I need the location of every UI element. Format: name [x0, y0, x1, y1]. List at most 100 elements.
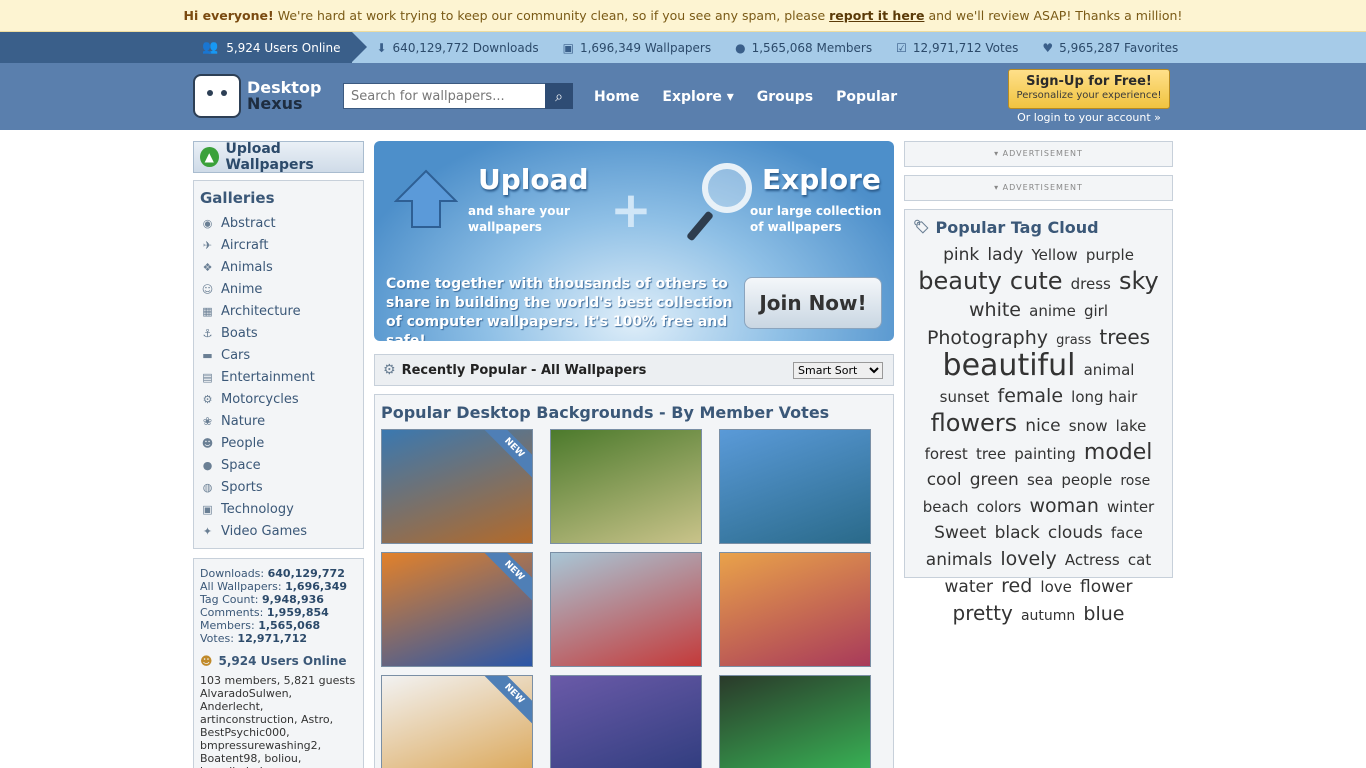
wallpaper-thumbnail-fantasy-girl[interactable]	[550, 675, 702, 768]
tag-snow[interactable]: snow	[1069, 417, 1108, 435]
nav-home[interactable]: Home	[594, 89, 639, 105]
tag-beauty[interactable]: beauty	[918, 267, 1002, 295]
tag-cat[interactable]: cat	[1128, 551, 1151, 569]
gallery-item-technology[interactable]: ▣ Technology	[200, 498, 357, 520]
tag-lady[interactable]: lady	[987, 245, 1023, 265]
gallery-item-anime[interactable]: ☺ Anime	[200, 278, 357, 300]
gallery-item-aircraft[interactable]: ✈ Aircraft	[200, 234, 357, 256]
tag-anime[interactable]: anime	[1029, 302, 1076, 320]
search-input[interactable]	[343, 83, 545, 109]
gallery-item-abstract[interactable]: ◉ Abstract	[200, 212, 357, 234]
tag-water[interactable]: water	[945, 577, 993, 597]
tag-lake[interactable]: lake	[1116, 417, 1147, 435]
gallery-item-boats[interactable]: ⚓ Boats	[200, 322, 357, 344]
tag-long-hair[interactable]: long hair	[1071, 388, 1137, 406]
tag-purple[interactable]: purple	[1086, 246, 1134, 264]
gallery-item-motorcycles[interactable]: ⚙ Motorcycles	[200, 388, 357, 410]
wallpaper-thumbnail-forest-road[interactable]	[550, 429, 702, 544]
report-spam-link[interactable]: report it here	[829, 8, 924, 23]
tag-people[interactable]: people	[1061, 471, 1112, 489]
gallery-item-space[interactable]: ● Space	[200, 454, 357, 476]
gallery-item-cars[interactable]: ▬ Cars	[200, 344, 357, 366]
nav-popular[interactable]: Popular	[836, 89, 897, 105]
wallpaper-thumbnail-green-bird[interactable]	[719, 675, 871, 768]
gallery-item-nature[interactable]: ❀ Nature	[200, 410, 357, 432]
tag-girl[interactable]: girl	[1084, 302, 1108, 320]
wallpaper-thumbnail-puppies[interactable]: NEW	[381, 675, 533, 768]
join-now-button[interactable]: Join Now!	[744, 277, 882, 329]
tag-animals[interactable]: animals	[926, 550, 992, 570]
gallery-item-video-games[interactable]: ✦ Video Games	[200, 520, 357, 542]
users-online-heading[interactable]: ☻ 5,924 Users Online	[200, 655, 357, 668]
tag-painting[interactable]: painting	[1014, 445, 1075, 463]
tag-flower[interactable]: flower	[1080, 577, 1132, 597]
tag-female[interactable]: female	[998, 385, 1064, 407]
wallpaper-thumbnail-woman-in-red[interactable]	[550, 552, 702, 667]
tag-forest[interactable]: forest	[925, 445, 968, 463]
stat-all-wallpapers: All Wallpapers: 1,696,349	[200, 580, 348, 593]
tag-white[interactable]: white	[969, 299, 1021, 321]
wallpaper-thumbnail-mountain-lake[interactable]: NEW	[381, 429, 533, 544]
image-icon: ▣	[562, 40, 574, 55]
tag-rose[interactable]: rose	[1120, 473, 1150, 489]
tag-sea[interactable]: sea	[1027, 471, 1053, 489]
tag-pretty[interactable]: pretty	[953, 601, 1013, 625]
tag-flowers[interactable]: flowers	[931, 409, 1018, 437]
tag-grass[interactable]: grass	[1056, 333, 1091, 348]
tag-lovely[interactable]: lovely	[1000, 548, 1056, 570]
tag-colors[interactable]: colors	[977, 498, 1022, 516]
tag-blue[interactable]: blue	[1083, 603, 1124, 625]
signup-button[interactable]: Sign-Up for Free! Personalize your exper…	[1008, 69, 1170, 109]
tag-beach[interactable]: beach	[923, 498, 969, 516]
tag-beautiful[interactable]: beautiful	[943, 348, 1076, 383]
tag-cute[interactable]: cute	[1010, 267, 1063, 295]
nav-groups[interactable]: Groups	[757, 89, 813, 105]
tag-cool[interactable]: cool	[927, 470, 962, 490]
advertisement-slot-2[interactable]: ▾ ADVERTISEMENT	[904, 175, 1173, 201]
tag-red[interactable]: red	[1001, 575, 1032, 597]
tag-dress[interactable]: dress	[1071, 275, 1111, 293]
tag-animal[interactable]: animal	[1084, 361, 1135, 379]
login-link[interactable]: Or login to your account »	[1008, 111, 1170, 124]
tag-trees[interactable]: trees	[1099, 325, 1150, 349]
tag-sweet[interactable]: Sweet	[934, 523, 986, 543]
gallery-item-animals[interactable]: ❖ Animals	[200, 256, 357, 278]
tag-actress[interactable]: Actress	[1065, 551, 1120, 569]
gallery-item-people[interactable]: ☻ People	[200, 432, 357, 454]
gallery-item-sports[interactable]: ◍ Sports	[200, 476, 357, 498]
gallery-item-architecture[interactable]: ▦ Architecture	[200, 300, 357, 322]
users-online-pill[interactable]: 👥 5,924 Users Online	[0, 32, 368, 63]
popular-backgrounds-panel: Popular Desktop Backgrounds - By Member …	[374, 394, 894, 768]
upload-wallpapers-button[interactable]: ▲ Upload Wallpapers	[193, 141, 364, 173]
tag-woman[interactable]: woman	[1030, 495, 1099, 517]
advertisement-slot-1[interactable]: ▾ ADVERTISEMENT	[904, 141, 1173, 167]
wallpaper-thumbnail-alpine-lake[interactable]	[719, 429, 871, 544]
tag-photography[interactable]: Photography	[927, 327, 1048, 349]
tag-nice[interactable]: nice	[1025, 416, 1060, 436]
tag-tree[interactable]: tree	[976, 445, 1006, 463]
tag-sky[interactable]: sky	[1119, 267, 1159, 295]
wallpaper-thumbnail-blue-hydrangea-lake[interactable]: NEW	[381, 552, 533, 667]
main-nav: Home Explore ▾ Groups Popular	[594, 63, 920, 130]
tag-autumn[interactable]: autumn	[1021, 608, 1075, 624]
tag-green[interactable]: green	[970, 470, 1019, 490]
nav-explore[interactable]: Explore ▾	[662, 89, 733, 105]
search-button[interactable]: ⌕	[545, 83, 573, 109]
tag-clouds[interactable]: clouds	[1048, 523, 1103, 543]
tag-black[interactable]: black	[995, 523, 1040, 543]
tag-sunset[interactable]: sunset	[940, 388, 990, 406]
popular-title: Popular Desktop Backgrounds - By Member …	[381, 403, 830, 422]
site-header: Desktop Nexus ⌕ Home Explore ▾ Groups Po…	[0, 63, 1366, 130]
tag-love[interactable]: love	[1040, 578, 1071, 596]
sort-select[interactable]: Smart Sort	[793, 362, 883, 379]
tag-face[interactable]: face	[1111, 524, 1143, 542]
site-logo[interactable]: Desktop Nexus	[193, 71, 323, 121]
gallery-item-entertainment[interactable]: ▤ Entertainment	[200, 366, 357, 388]
tag-pink[interactable]: pink	[943, 245, 979, 265]
tag-model[interactable]: model	[1084, 440, 1153, 465]
tag-winter[interactable]: winter	[1107, 498, 1154, 516]
tag-yellow[interactable]: Yellow	[1031, 246, 1077, 264]
wallpaper-thumbnail-colorful-harbor[interactable]	[719, 552, 871, 667]
galleries-title: Galleries	[200, 189, 275, 207]
online-names[interactable]: AlvaradoSulwen, Anderlecht, artinconstru…	[200, 687, 357, 768]
